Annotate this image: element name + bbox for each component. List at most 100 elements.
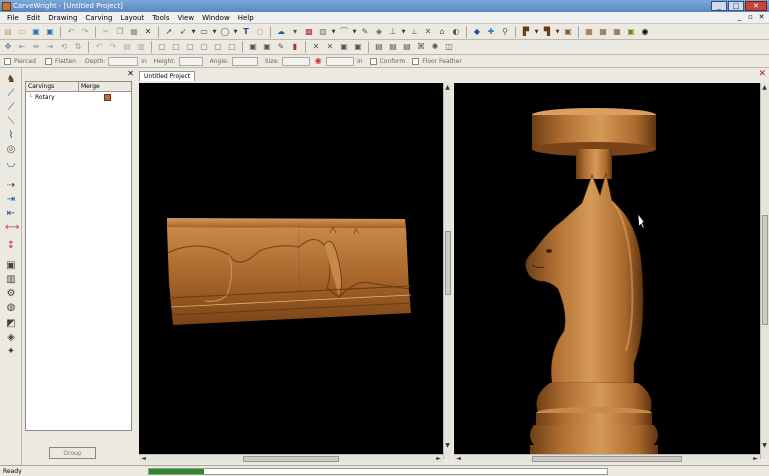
document-tab[interactable]: Untitled Project <box>139 71 196 81</box>
select-icon[interactable]: ➚ <box>163 26 175 38</box>
flip-icon[interactable]: ⇅ <box>72 41 84 53</box>
size-value-field[interactable] <box>326 56 355 66</box>
menu-tools[interactable]: Tools <box>148 13 173 23</box>
redo-icon[interactable]: ↷ <box>79 26 91 38</box>
arrange-icon[interactable]: ▣ <box>247 41 259 53</box>
carve-mode-icon[interactable]: ✕ <box>324 41 336 53</box>
chevron-down-icon[interactable]: ▼ <box>534 26 539 38</box>
group-icon[interactable]: ▤ <box>121 41 133 53</box>
pattern-fill-icon[interactable]: ▤ <box>401 41 413 53</box>
lock-icon[interactable]: ✚ <box>485 26 497 38</box>
rectangle-icon[interactable]: ▭ <box>198 26 210 38</box>
save-icon[interactable]: ▣ <box>30 26 42 38</box>
scroll-thumb[interactable] <box>243 456 339 462</box>
mdi-restore-button[interactable]: ▫ <box>746 13 755 22</box>
chess-piece-icon[interactable]: ♞ <box>5 74 17 86</box>
scroll-up-arrow[interactable]: ▲ <box>444 84 451 91</box>
weld-icon[interactable]: ▢ <box>226 41 238 53</box>
preview-horizontal-scrollbar[interactable]: ◄ ► <box>454 454 760 463</box>
layers-icon[interactable]: ◈ <box>373 26 385 38</box>
text-icon[interactable]: T <box>240 26 252 38</box>
tab-icon[interactable]: ▣ <box>352 41 364 53</box>
cut-icon[interactable]: ✂ <box>100 26 112 38</box>
eye-icon[interactable]: ◉ <box>639 26 651 38</box>
save-all-icon[interactable]: ▣ <box>44 26 56 38</box>
menu-help[interactable]: Help <box>234 13 258 23</box>
emboss-icon[interactable]: ✺ <box>429 41 441 53</box>
dimension-icon[interactable]: ⇤ <box>5 208 17 220</box>
mirror-h-icon[interactable]: ↶ <box>93 41 105 53</box>
chevron-down-icon[interactable]: ▼ <box>233 26 238 38</box>
scroll-thumb[interactable] <box>532 456 682 462</box>
scroll-up-arrow[interactable]: ▲ <box>761 84 768 91</box>
group-button[interactable]: Group <box>49 447 96 459</box>
pierced-checkbox[interactable] <box>4 57 11 65</box>
ungroup-icon[interactable]: ▥ <box>135 41 147 53</box>
bevel-icon[interactable]: ◩ <box>5 318 17 330</box>
pattern-icon[interactable]: ▩ <box>303 26 315 38</box>
distribute-icon[interactable]: ▣ <box>261 41 273 53</box>
lace-icon[interactable]: ⌘ <box>415 41 427 53</box>
menu-file[interactable]: File <box>3 13 23 23</box>
trace-icon[interactable]: ⟂ <box>408 26 420 38</box>
point-icon[interactable]: ⇥ <box>5 194 17 206</box>
check-view-icon[interactable]: ▣ <box>625 26 637 38</box>
flatten-checkbox[interactable] <box>44 57 52 65</box>
dimension-arrows-icon[interactable]: ⟷ <box>5 222 19 234</box>
depth-field[interactable] <box>108 56 139 66</box>
bit-size-icon[interactable]: ◉ <box>313 56 323 66</box>
scroll-right-arrow[interactable]: ► <box>435 455 442 462</box>
cube-icon[interactable]: ◈ <box>5 332 17 344</box>
board-horizontal-scrollbar[interactable]: ◄ ► <box>139 454 443 463</box>
delete-icon[interactable]: ✕ <box>142 26 154 38</box>
measure-icon[interactable]: ⟋ <box>5 102 17 114</box>
document-close-button[interactable]: ✕ <box>758 70 766 79</box>
grid-icon[interactable]: ▛ <box>520 26 532 38</box>
circle-tool-icon[interactable]: ◎ <box>5 144 17 156</box>
align-center-icon[interactable]: ⇹ <box>30 41 42 53</box>
panel-close-button[interactable]: ✕ <box>127 70 134 78</box>
zoom-icon[interactable]: ⌂ <box>436 26 448 38</box>
ellipse-icon[interactable]: ◯ <box>219 26 231 38</box>
board-vertical-scrollbar[interactable]: ▲ ▼ <box>443 83 452 459</box>
feather-icon[interactable]: ▤ <box>373 41 385 53</box>
scroll-left-arrow[interactable]: ◄ <box>140 455 147 462</box>
bit-icon[interactable]: ▾ <box>289 26 301 38</box>
cylinder-icon[interactable]: ▣ <box>5 260 17 272</box>
find-icon[interactable]: ◆ <box>471 26 483 38</box>
stretch-icon[interactable]: ✕ <box>310 41 322 53</box>
undo-icon[interactable]: ↶ <box>65 26 77 38</box>
scroll-thumb[interactable] <box>762 215 768 325</box>
close-button[interactable]: ✕ <box>745 1 767 11</box>
menu-edit[interactable]: Edit <box>23 13 45 23</box>
size-field[interactable] <box>282 56 311 66</box>
column-carvings[interactable]: Carvings <box>26 82 79 91</box>
floor-feather-checkbox[interactable] <box>412 57 420 65</box>
height-field[interactable] <box>178 56 203 66</box>
sparkle-icon[interactable]: ✦ <box>5 346 17 358</box>
mirror-icon[interactable]: ⊥ <box>387 26 399 38</box>
curve-icon[interactable]: ◌ <box>254 26 266 38</box>
chevron-down-icon[interactable]: ▼ <box>331 26 336 38</box>
rotate-icon[interactable]: ⟲ <box>58 41 70 53</box>
fillet-icon[interactable]: ▢ <box>156 41 168 53</box>
scroll-right-arrow[interactable]: ► <box>752 455 759 462</box>
menu-layout[interactable]: Layout <box>116 13 148 23</box>
draw-line-icon[interactable]: ⟍ <box>5 116 17 128</box>
chevron-down-icon[interactable]: ▼ <box>401 26 406 38</box>
hand-icon[interactable]: ✕ <box>422 26 434 38</box>
cloud-icon[interactable]: ☁ <box>275 26 287 38</box>
scroll-down-arrow[interactable]: ▼ <box>444 442 451 449</box>
book-icon[interactable]: ▥ <box>5 274 17 286</box>
chevron-down-icon[interactable]: ▼ <box>212 26 217 38</box>
open-icon[interactable]: ▭ <box>16 26 28 38</box>
center-icon[interactable]: ▮ <box>289 41 301 53</box>
move-icon[interactable]: ✥ <box>2 41 14 53</box>
paste-icon[interactable]: ▦ <box>128 26 140 38</box>
image-icon[interactable]: ▨ <box>317 26 329 38</box>
offset-icon[interactable]: ▢ <box>170 41 182 53</box>
rounded-icon[interactable]: ◍ <box>5 302 17 314</box>
menu-carving[interactable]: Carving <box>81 13 116 23</box>
conform-checkbox[interactable] <box>369 57 377 65</box>
vertical-dimension-icon[interactable]: ↕ <box>5 240 17 252</box>
